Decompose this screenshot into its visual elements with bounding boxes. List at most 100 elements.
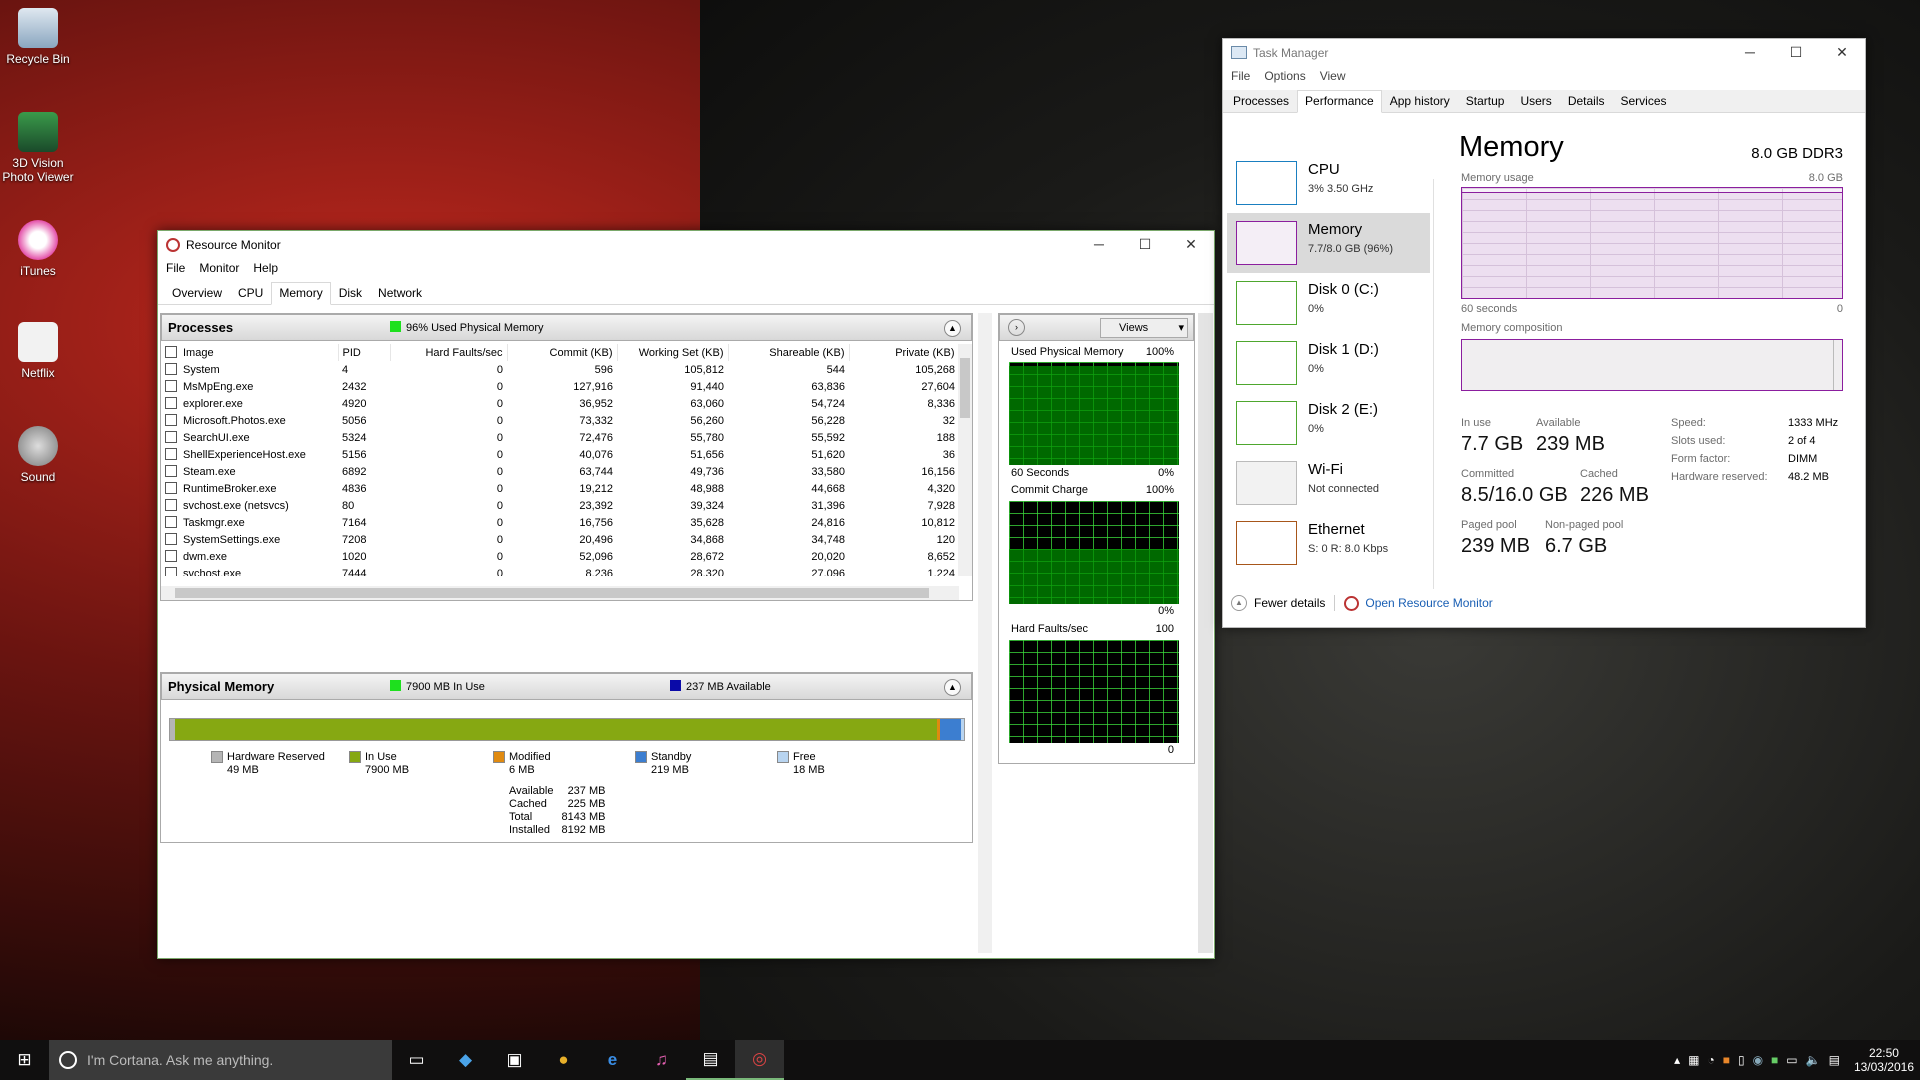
tab-performance[interactable]: Performance	[1297, 90, 1382, 113]
show-hidden-icons[interactable]: ▴	[1674, 1053, 1680, 1067]
desktop-icon-recycle-bin[interactable]: Recycle Bin	[0, 8, 76, 66]
sidebar-item-disk-2-e-[interactable]: Disk 2 (E:) 0%	[1227, 393, 1430, 453]
action-center-icon[interactable]: ▤	[1829, 1053, 1840, 1067]
taskbar-app-task-manager[interactable]: ▤	[686, 1040, 735, 1080]
tab-memory[interactable]: Memory	[271, 282, 331, 305]
select-all-checkbox[interactable]	[165, 346, 177, 358]
table-row[interactable]: Taskmgr.exe 7164 0 16,756 35,628 24,816 10,812	[161, 514, 959, 531]
collapse-icon[interactable]: ▲	[944, 679, 961, 696]
title-bar[interactable]: Resource Monitor ─ ☐ ✕	[158, 231, 1214, 258]
tab-startup[interactable]: Startup	[1458, 90, 1513, 112]
steam-icon[interactable]: ◉	[1753, 1053, 1763, 1067]
row-checkbox[interactable]	[165, 499, 177, 511]
physical-memory-header[interactable]: Physical Memory 7900 MB In Use 237 MB Av…	[161, 673, 972, 700]
tray-icon[interactable]: ▯	[1738, 1053, 1745, 1067]
column-header[interactable]: PID	[338, 344, 391, 361]
cortana-search-box[interactable]: I'm Cortana. Ask me anything.	[49, 1040, 392, 1080]
close-button[interactable]: ✕	[1168, 236, 1214, 253]
table-row[interactable]: RuntimeBroker.exe 4836 0 19,212 48,988 44,668…	[161, 480, 959, 497]
taskbar-app-edge[interactable]: e	[588, 1040, 637, 1080]
tab-overview[interactable]: Overview	[164, 282, 230, 304]
maximize-button[interactable]: ☐	[1122, 236, 1168, 253]
menu-options[interactable]: Options	[1264, 69, 1305, 83]
table-row[interactable]: svchost.exe (netsvcs) 80 0 23,392 39,324 31,3…	[161, 497, 959, 514]
menu-help[interactable]: Help	[253, 261, 278, 275]
fewer-details-button[interactable]: Fewer details	[1254, 596, 1325, 610]
table-row[interactable]: dwm.exe 1020 0 52,096 28,672 20,020 8,652	[161, 548, 959, 565]
taskbar-app-resource-monitor[interactable]: ◎	[735, 1040, 784, 1080]
start-button[interactable]: ⊞	[0, 1040, 49, 1080]
row-checkbox[interactable]	[165, 448, 177, 460]
graphs-scrollbar[interactable]	[1198, 313, 1213, 953]
table-row[interactable]: svchost.exe 7444 0 8,236 28,320 27,096 1,224	[161, 565, 959, 576]
menu-view[interactable]: View	[1320, 69, 1346, 83]
network-icon[interactable]: ▭	[1786, 1053, 1797, 1067]
processes-header[interactable]: Processes 96% Used Physical Memory ▲	[161, 314, 972, 341]
tray-icon[interactable]: ◔	[1707, 1053, 1714, 1067]
sidebar-item-disk-0-c-[interactable]: Disk 0 (C:) 0%	[1227, 273, 1430, 333]
row-checkbox[interactable]	[165, 567, 177, 576]
views-dropdown[interactable]: Views ▾	[1100, 318, 1188, 338]
table-row[interactable]: ShellExperienceHost.exe 5156 0 40,076 51,656…	[161, 446, 959, 463]
title-bar[interactable]: Task Manager ─ ☐ ✕	[1223, 39, 1865, 66]
table-row[interactable]: System 4 0 596 105,812 544 105,268	[161, 361, 959, 378]
clock[interactable]: 22:50 13/03/2016	[1854, 1046, 1914, 1074]
left-pane-scrollbar[interactable]	[978, 313, 992, 953]
tab-details[interactable]: Details	[1560, 90, 1613, 112]
row-checkbox[interactable]	[165, 533, 177, 545]
desktop-icon-itunes[interactable]: iTunes	[0, 220, 76, 278]
sidebar-item-memory[interactable]: Memory 7.7/8.0 GB (96%)	[1227, 213, 1430, 273]
desktop-icon-sound[interactable]: Sound	[0, 426, 76, 484]
row-checkbox[interactable]	[165, 550, 177, 562]
table-row[interactable]: SearchUI.exe 5324 0 72,476 55,780 55,592 188	[161, 429, 959, 446]
tray-icon[interactable]: ▦	[1688, 1053, 1699, 1067]
scroll-thumb[interactable]	[960, 358, 970, 418]
close-button[interactable]: ✕	[1819, 44, 1865, 61]
row-checkbox[interactable]	[165, 465, 177, 477]
table-row[interactable]: SystemSettings.exe 7208 0 20,496 34,868 34,74…	[161, 531, 959, 548]
row-checkbox[interactable]	[165, 363, 177, 375]
expand-icon[interactable]: ›	[1008, 319, 1025, 336]
table-row[interactable]: MsMpEng.exe 2432 0 127,916 91,440 63,836 27,60…	[161, 378, 959, 395]
table-row[interactable]: explorer.exe 4920 0 36,952 63,060 54,724 8,336	[161, 395, 959, 412]
row-checkbox[interactable]	[165, 516, 177, 528]
menu-file[interactable]: File	[166, 261, 185, 275]
sidebar-item-wi-fi[interactable]: Wi-Fi Not connected	[1227, 453, 1430, 513]
scroll-thumb[interactable]	[175, 588, 929, 598]
taskbar-app-chrome[interactable]: ●	[539, 1040, 588, 1080]
task-view-button[interactable]: ▭	[392, 1040, 441, 1080]
column-header[interactable]: Private (KB)	[849, 344, 959, 361]
desktop-icon-3d-vision[interactable]: 3D Vision Photo Viewer	[0, 112, 76, 184]
tab-disk[interactable]: Disk	[331, 282, 370, 304]
row-checkbox[interactable]	[165, 482, 177, 494]
nvidia-icon[interactable]: ■	[1771, 1053, 1778, 1067]
row-checkbox[interactable]	[165, 414, 177, 426]
vertical-scrollbar[interactable]	[958, 344, 972, 576]
tab-cpu[interactable]: CPU	[230, 282, 271, 304]
tab-network[interactable]: Network	[370, 282, 430, 304]
taskbar-app-store[interactable]: ▣	[490, 1040, 539, 1080]
open-resource-monitor-link[interactable]: Open Resource Monitor	[1365, 596, 1492, 610]
desktop-icon-netflix[interactable]: Netflix	[0, 322, 76, 380]
collapse-icon[interactable]: ▲	[944, 320, 961, 337]
tab-users[interactable]: Users	[1512, 90, 1559, 112]
tab-app-history[interactable]: App history	[1382, 90, 1458, 112]
tab-processes[interactable]: Processes	[1225, 90, 1297, 112]
tab-services[interactable]: Services	[1613, 90, 1675, 112]
volume-icon[interactable]: 🔈	[1806, 1053, 1821, 1067]
sidebar-item-disk-1-d-[interactable]: Disk 1 (D:) 0%	[1227, 333, 1430, 393]
sidebar-item-cpu[interactable]: CPU 3% 3.50 GHz	[1227, 153, 1430, 213]
row-checkbox[interactable]	[165, 431, 177, 443]
minimize-button[interactable]: ─	[1727, 44, 1773, 61]
column-header[interactable]: Image	[161, 344, 339, 361]
table-row[interactable]: Microsoft.Photos.exe 5056 0 73,332 56,260 56,…	[161, 412, 959, 429]
menu-monitor[interactable]: Monitor	[199, 261, 239, 275]
taskbar-app-pinned[interactable]: ◆	[441, 1040, 490, 1080]
maximize-button[interactable]: ☐	[1773, 44, 1819, 61]
column-header[interactable]: Hard Faults/sec	[390, 344, 508, 361]
taskbar-app-itunes[interactable]: ♫	[637, 1040, 686, 1080]
row-checkbox[interactable]	[165, 397, 177, 409]
column-header[interactable]: Working Set (KB)	[617, 344, 729, 361]
horizontal-scrollbar[interactable]	[161, 586, 959, 600]
tray-icon[interactable]: ■	[1723, 1053, 1730, 1067]
